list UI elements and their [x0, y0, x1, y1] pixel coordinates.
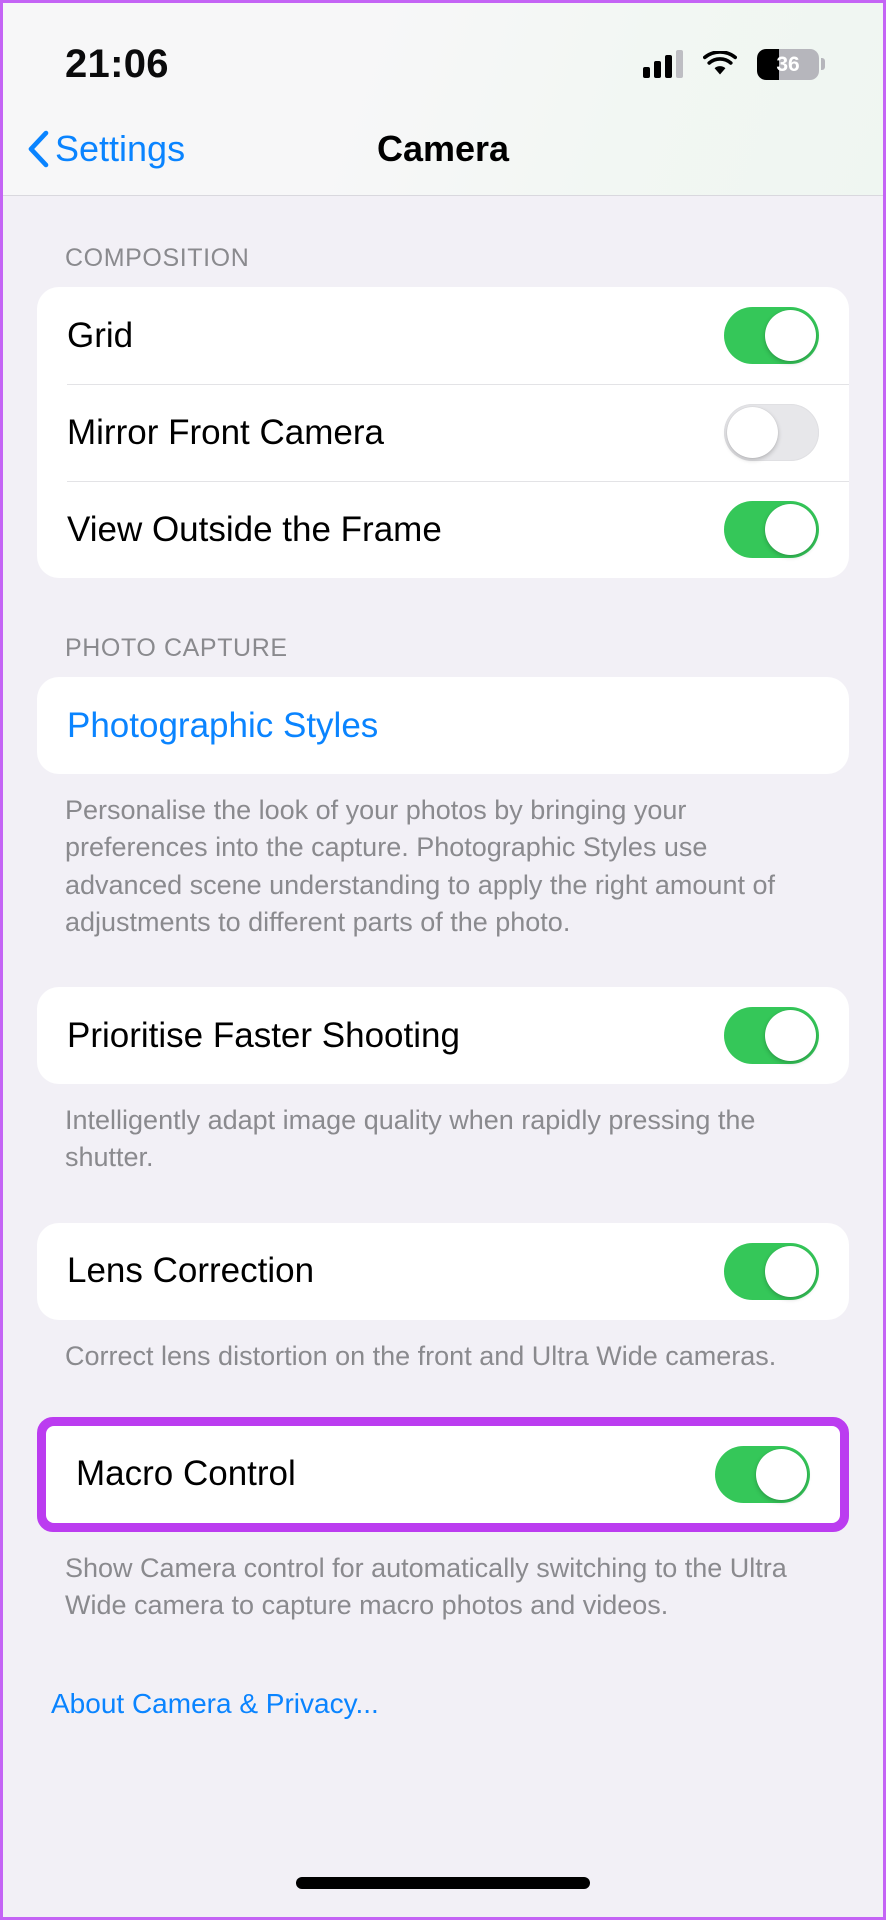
macro-control-footnote: Show Camera control for automatically sw… [65, 1552, 787, 1620]
status-bar-clock: 21:06 [65, 41, 169, 86]
section-header-photo-capture: PHOTO CAPTURE [65, 634, 288, 662]
setting-row-macro-control[interactable]: Macro Control [46, 1426, 840, 1523]
iphone-settings-screen: 21:06 36 Settings Camera COMPOSITION Gri… [0, 0, 886, 1920]
prioritise-faster-shooting-toggle[interactable] [724, 1007, 819, 1064]
status-bar-indicators: 36 [643, 48, 825, 80]
setting-label: Mirror Front Camera [67, 412, 384, 452]
lens-correction-toggle[interactable] [724, 1242, 819, 1300]
prioritise-faster-shooting-card: Prioritise Faster Shooting [37, 987, 849, 1084]
setting-row-lens-correction[interactable]: Lens Correction [37, 1223, 849, 1320]
section-header-composition: COMPOSITION [65, 244, 250, 272]
macro-control-card: Macro Control [46, 1425, 840, 1523]
view-outside-the-frame-toggle[interactable] [724, 501, 819, 558]
setting-row-photographic-styles[interactable]: Photographic Styles [37, 677, 849, 774]
status-bar: 21:06 36 [3, 25, 883, 103]
navigation-bar: Settings Camera [3, 103, 883, 195]
about-camera-privacy-link[interactable]: About Camera & Privacy... [37, 1624, 393, 1720]
setting-label: Prioritise Faster Shooting [67, 1015, 460, 1055]
setting-label: Lens Correction [67, 1251, 315, 1290]
cellular-bars-icon [643, 50, 683, 78]
prioritise-faster-shooting-footnote: Intelligently adapt image quality when r… [65, 1105, 756, 1173]
setting-row-mirror-front-camera[interactable]: Mirror Front Camera [37, 384, 849, 481]
photographic-styles-footnote: Personalise the look of your photos by b… [65, 795, 775, 937]
back-button[interactable]: Settings [27, 128, 185, 170]
setting-row-prioritise-faster-shooting[interactable]: Prioritise Faster Shooting [37, 987, 849, 1084]
lens-correction-footnote: Correct lens distortion on the front and… [65, 1340, 777, 1371]
setting-label: View Outside the Frame [67, 509, 442, 549]
photographic-styles-card: Photographic Styles [37, 677, 849, 774]
setting-label: Macro Control [76, 1454, 296, 1494]
wifi-icon [703, 51, 737, 77]
mirror-front-camera-toggle[interactable] [724, 404, 819, 461]
macro-control-toggle[interactable] [715, 1445, 810, 1503]
grid-toggle[interactable] [724, 307, 819, 364]
macro-control-highlight-annotation: Macro Control [37, 1416, 849, 1532]
lens-correction-card: Lens Correction [37, 1222, 849, 1320]
back-button-label: Settings [55, 128, 186, 169]
setting-row-view-outside-the-frame[interactable]: View Outside the Frame [37, 481, 849, 578]
battery-icon: 36 [757, 48, 825, 80]
battery-percent-label: 36 [776, 52, 800, 76]
home-indicator[interactable] [296, 1877, 590, 1889]
settings-list: COMPOSITION Grid Mirror Front Camera Vie… [3, 196, 883, 1720]
header: 21:06 36 Settings Camera [3, 3, 883, 196]
setting-label: Grid [67, 315, 134, 355]
chevron-left-icon [27, 130, 49, 168]
composition-card: Grid Mirror Front Camera View Outside th… [37, 287, 849, 578]
photographic-styles-label: Photographic Styles [67, 705, 379, 745]
setting-row-grid[interactable]: Grid [37, 287, 849, 384]
